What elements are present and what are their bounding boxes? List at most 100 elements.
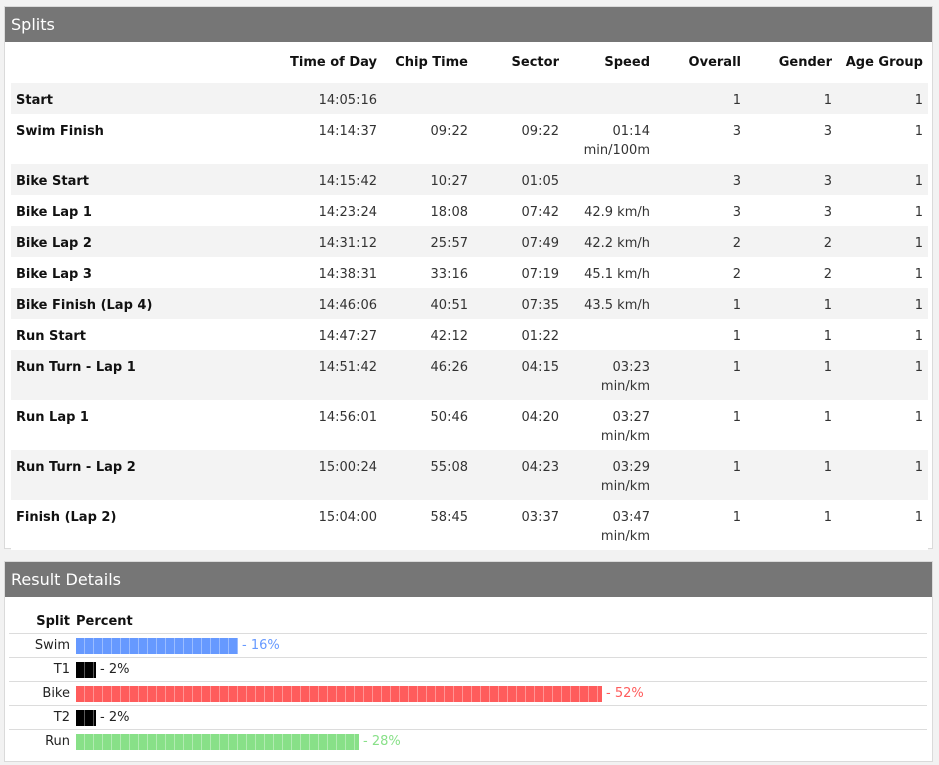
percent-bar	[76, 661, 96, 678]
time-of-day: 14:56:01	[207, 400, 382, 450]
sector-time: 07:35	[473, 288, 564, 319]
speed	[564, 164, 655, 195]
result-details-panel: Result Details Split Percent Swim - 16% T1…	[4, 561, 933, 762]
percent-bar	[76, 637, 238, 654]
time-of-day: 15:04:00	[207, 500, 382, 550]
age-group-rank: 1	[837, 288, 928, 319]
speed-value: 03:29	[612, 460, 650, 475]
percent-label: - 28%	[363, 734, 401, 749]
percent-label: - 2%	[100, 662, 130, 677]
speed: 43.5 km/h	[564, 288, 655, 319]
speed: 42.2 km/h	[564, 226, 655, 257]
speed: 03:27 min/km	[564, 400, 655, 450]
gender-rank: 1	[746, 350, 837, 400]
time-of-day: 14:31:12	[207, 226, 382, 257]
age-group-rank: 1	[837, 195, 928, 226]
age-group-rank: 1	[837, 226, 928, 257]
splits-panel: Splits Time of Day Chip Time Sector Speed Ov…	[4, 6, 933, 550]
split-name: Run Turn - Lap 1	[11, 350, 207, 400]
percent-column-header: Percent	[76, 613, 133, 629]
speed-unit: min/100m	[583, 143, 650, 158]
column-header: Time of Day	[207, 42, 382, 83]
time-of-day: 14:05:16	[207, 83, 382, 114]
chip-time: 55:08	[382, 450, 473, 500]
sector-time: 01:05	[473, 164, 564, 195]
time-of-day: 14:15:42	[207, 164, 382, 195]
percent-bar	[76, 709, 96, 726]
chip-time: 46:26	[382, 350, 473, 400]
sector-time: 07:42	[473, 195, 564, 226]
splits-body: Start 14:05:16 1 1 1 Swim Finish 14:14:37 09:22…	[11, 83, 928, 550]
column-header: Age Group	[837, 42, 928, 83]
column-header: Gender	[746, 42, 837, 83]
gender-rank: 1	[746, 319, 837, 350]
overall-rank: 2	[655, 226, 746, 257]
table-row: Bike Lap 3 14:38:31 33:16 07:19 45.1 km/h 2 2 1	[11, 257, 928, 288]
table-row: Bike Start 14:15:42 10:27 01:05 3 3 1	[11, 164, 928, 195]
gender-rank: 1	[746, 450, 837, 500]
column-header: Chip Time	[382, 42, 473, 83]
gender-rank: 2	[746, 226, 837, 257]
overall-rank: 3	[655, 195, 746, 226]
split-name: Bike Finish (Lap 4)	[11, 288, 207, 319]
column-header: Sector	[473, 42, 564, 83]
table-row: Run Start 14:47:27 42:12 01:22 1 1 1	[11, 319, 928, 350]
overall-rank: 1	[655, 500, 746, 550]
result-details-head: Split Percent	[9, 609, 927, 633]
percent-bar-wrap: - 28%	[76, 733, 401, 750]
age-group-rank: 1	[837, 257, 928, 288]
percent-label: - 2%	[100, 710, 130, 725]
chip-time: 58:45	[382, 500, 473, 550]
table-row: Finish (Lap 2) 15:04:00 58:45 03:37 03:47 min…	[11, 500, 928, 550]
column-header: Speed	[564, 42, 655, 83]
percent-bar	[76, 685, 602, 702]
splits-header-row: Time of Day Chip Time Sector Speed Overall Ge…	[11, 42, 928, 83]
chip-time: 25:57	[382, 226, 473, 257]
split-label: T2	[53, 710, 70, 725]
speed: 45.1 km/h	[564, 257, 655, 288]
splits-table: Time of Day Chip Time Sector Speed Overall Ge…	[11, 42, 928, 550]
split-name: Finish (Lap 2)	[11, 500, 207, 550]
age-group-rank: 1	[837, 500, 928, 550]
speed-value: 43.5 km/h	[584, 298, 650, 313]
chip-time: 10:27	[382, 164, 473, 195]
sector-time: 04:15	[473, 350, 564, 400]
sector-time: 03:37	[473, 500, 564, 550]
gender-rank: 3	[746, 164, 837, 195]
age-group-rank: 1	[837, 83, 928, 114]
gender-rank: 1	[746, 83, 837, 114]
gender-rank: 2	[746, 257, 837, 288]
gender-rank: 1	[746, 500, 837, 550]
result-details-table: Split Percent Swim - 16% T1 - 2% Bike - 52% T2…	[9, 609, 927, 753]
sector-time: 01:22	[473, 319, 564, 350]
split-name: Start	[11, 83, 207, 114]
splits-header: Splits	[5, 7, 932, 42]
overall-rank: 1	[655, 288, 746, 319]
speed-value: 45.1 km/h	[584, 267, 650, 282]
age-group-rank: 1	[837, 400, 928, 450]
split-label: Bike	[42, 686, 70, 701]
speed-value: 03:47	[612, 510, 650, 525]
result-detail-row: Bike - 52%	[9, 681, 927, 705]
overall-rank: 1	[655, 350, 746, 400]
split-label: Run	[45, 734, 70, 749]
percent-bar-wrap: - 2%	[76, 709, 130, 726]
speed-unit: min/km	[600, 429, 650, 444]
chip-time: 33:16	[382, 257, 473, 288]
table-row: Swim Finish 14:14:37 09:22 09:22 01:14 min/10…	[11, 114, 928, 164]
age-group-rank: 1	[837, 350, 928, 400]
time-of-day: 14:23:24	[207, 195, 382, 226]
result-detail-row: Swim - 16%	[9, 633, 927, 657]
speed: 42.9 km/h	[564, 195, 655, 226]
age-group-rank: 1	[837, 319, 928, 350]
speed-value: 42.2 km/h	[584, 236, 650, 251]
overall-rank: 3	[655, 114, 746, 164]
sector-time: 07:19	[473, 257, 564, 288]
column-header: Overall	[655, 42, 746, 83]
time-of-day: 14:46:06	[207, 288, 382, 319]
result-details-header: Result Details	[5, 562, 932, 597]
overall-rank: 3	[655, 164, 746, 195]
sector-time	[473, 83, 564, 114]
table-row: Bike Finish (Lap 4) 14:46:06 40:51 07:35 43.…	[11, 288, 928, 319]
split-name: Bike Lap 1	[11, 195, 207, 226]
